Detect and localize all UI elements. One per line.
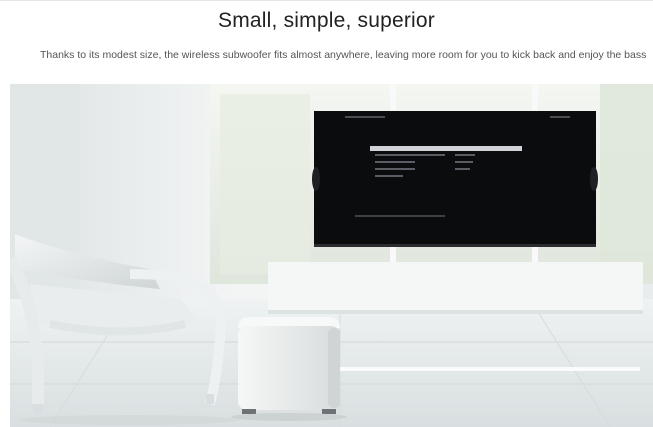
- top-divider: [0, 0, 653, 1]
- section-subtitle: Thanks to its modest size, the wireless …: [40, 49, 647, 61]
- section-title: Small, simple, superior: [218, 9, 435, 32]
- product-photo: [10, 84, 653, 427]
- tv-stand: [268, 262, 643, 314]
- wireless-subwoofer: [231, 317, 347, 421]
- tv-screen: [314, 111, 596, 247]
